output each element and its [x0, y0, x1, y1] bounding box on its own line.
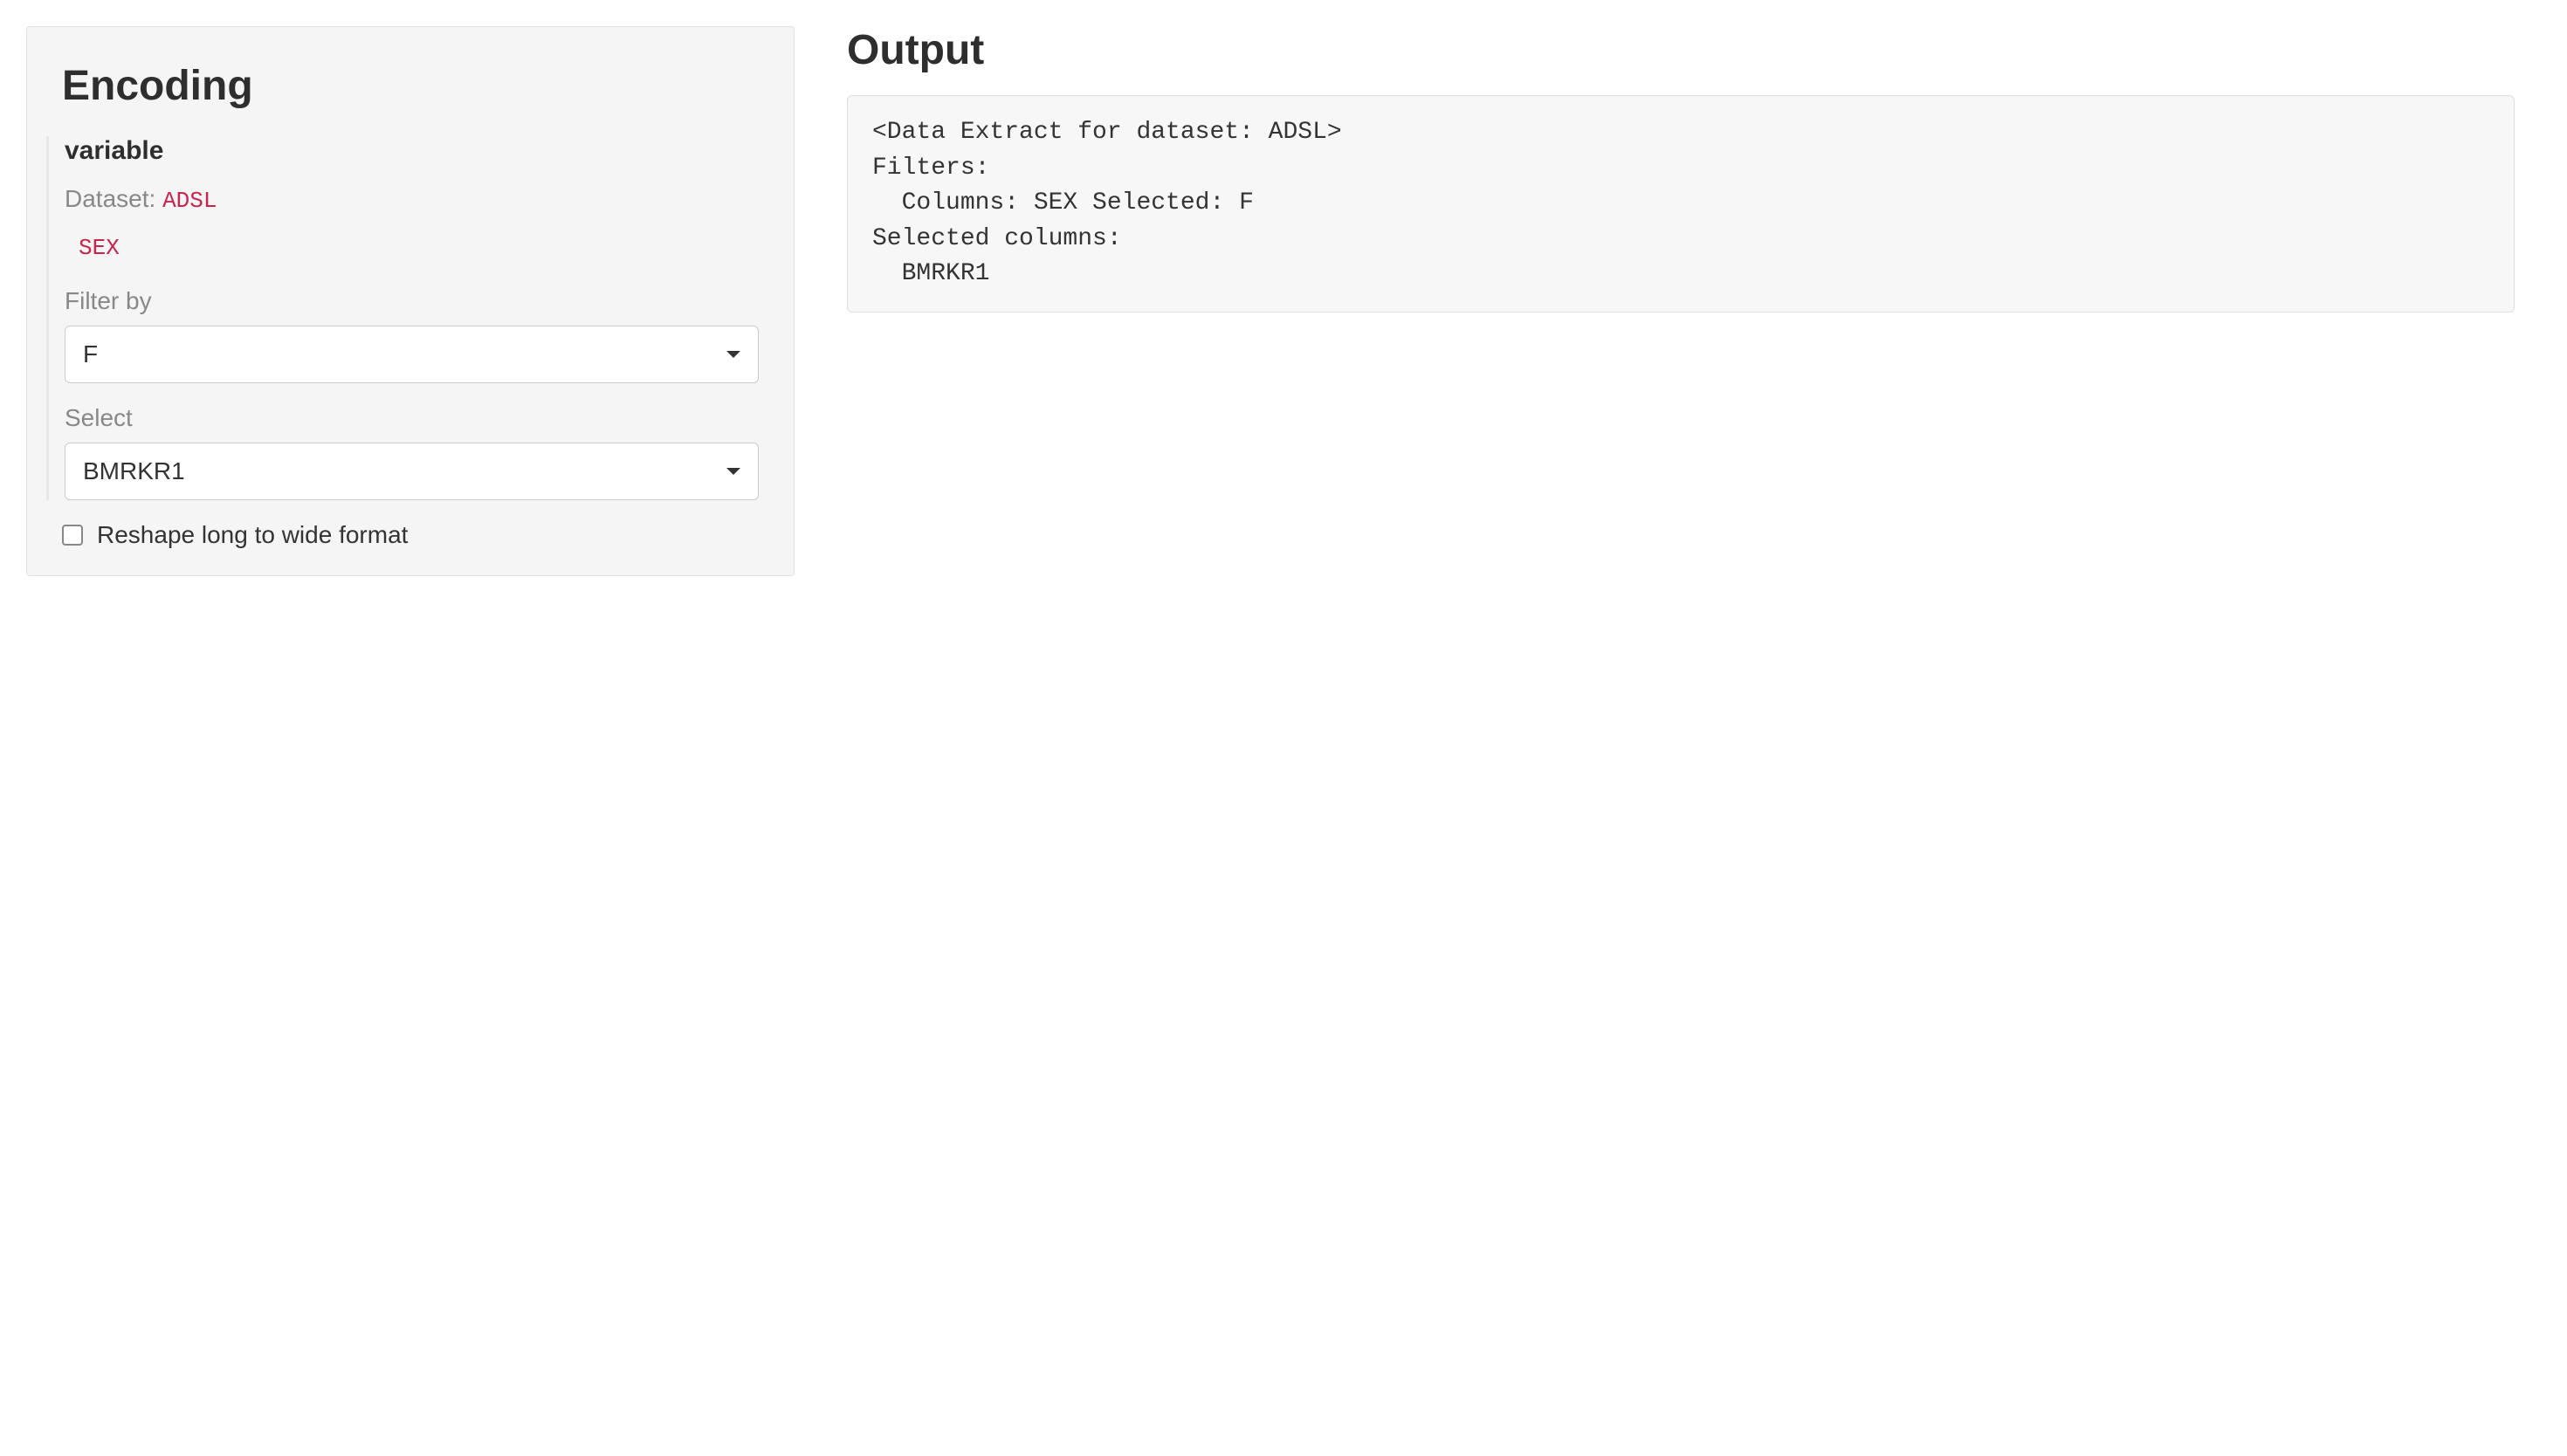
column-badge: SEX — [70, 231, 128, 264]
output-title: Output — [847, 26, 2515, 74]
filter-by-label: Filter by — [65, 287, 759, 315]
dataset-row: Dataset: ADSL — [65, 185, 759, 214]
reshape-checkbox-row[interactable]: Reshape long to wide format — [62, 521, 759, 549]
caret-down-icon — [726, 351, 740, 358]
select-label: Select — [65, 404, 759, 432]
filter-by-value: F — [83, 340, 98, 368]
select-column-select[interactable]: BMRKR1 — [65, 443, 759, 500]
main-panel: Output <Data Extract for dataset: ADSL> … — [821, 0, 2567, 1456]
sidebar-panel: Encoding variable Dataset: ADSL SEX Filt… — [0, 0, 821, 1456]
reshape-label: Reshape long to wide format — [97, 521, 408, 549]
dataset-label: Dataset: — [65, 185, 155, 212]
reshape-checkbox[interactable] — [62, 525, 83, 546]
output-box: <Data Extract for dataset: ADSL> Filters… — [847, 95, 2515, 312]
dataset-value: ADSL — [162, 188, 217, 214]
encoding-title: Encoding — [62, 62, 759, 110]
encoding-panel: Encoding variable Dataset: ADSL SEX Filt… — [26, 26, 795, 576]
select-column-value: BMRKR1 — [83, 457, 185, 485]
variable-label: variable — [65, 136, 759, 166]
filter-by-select[interactable]: F — [65, 326, 759, 383]
variable-section: variable Dataset: ADSL SEX Filter by F S… — [46, 136, 759, 500]
caret-down-icon — [726, 468, 740, 475]
